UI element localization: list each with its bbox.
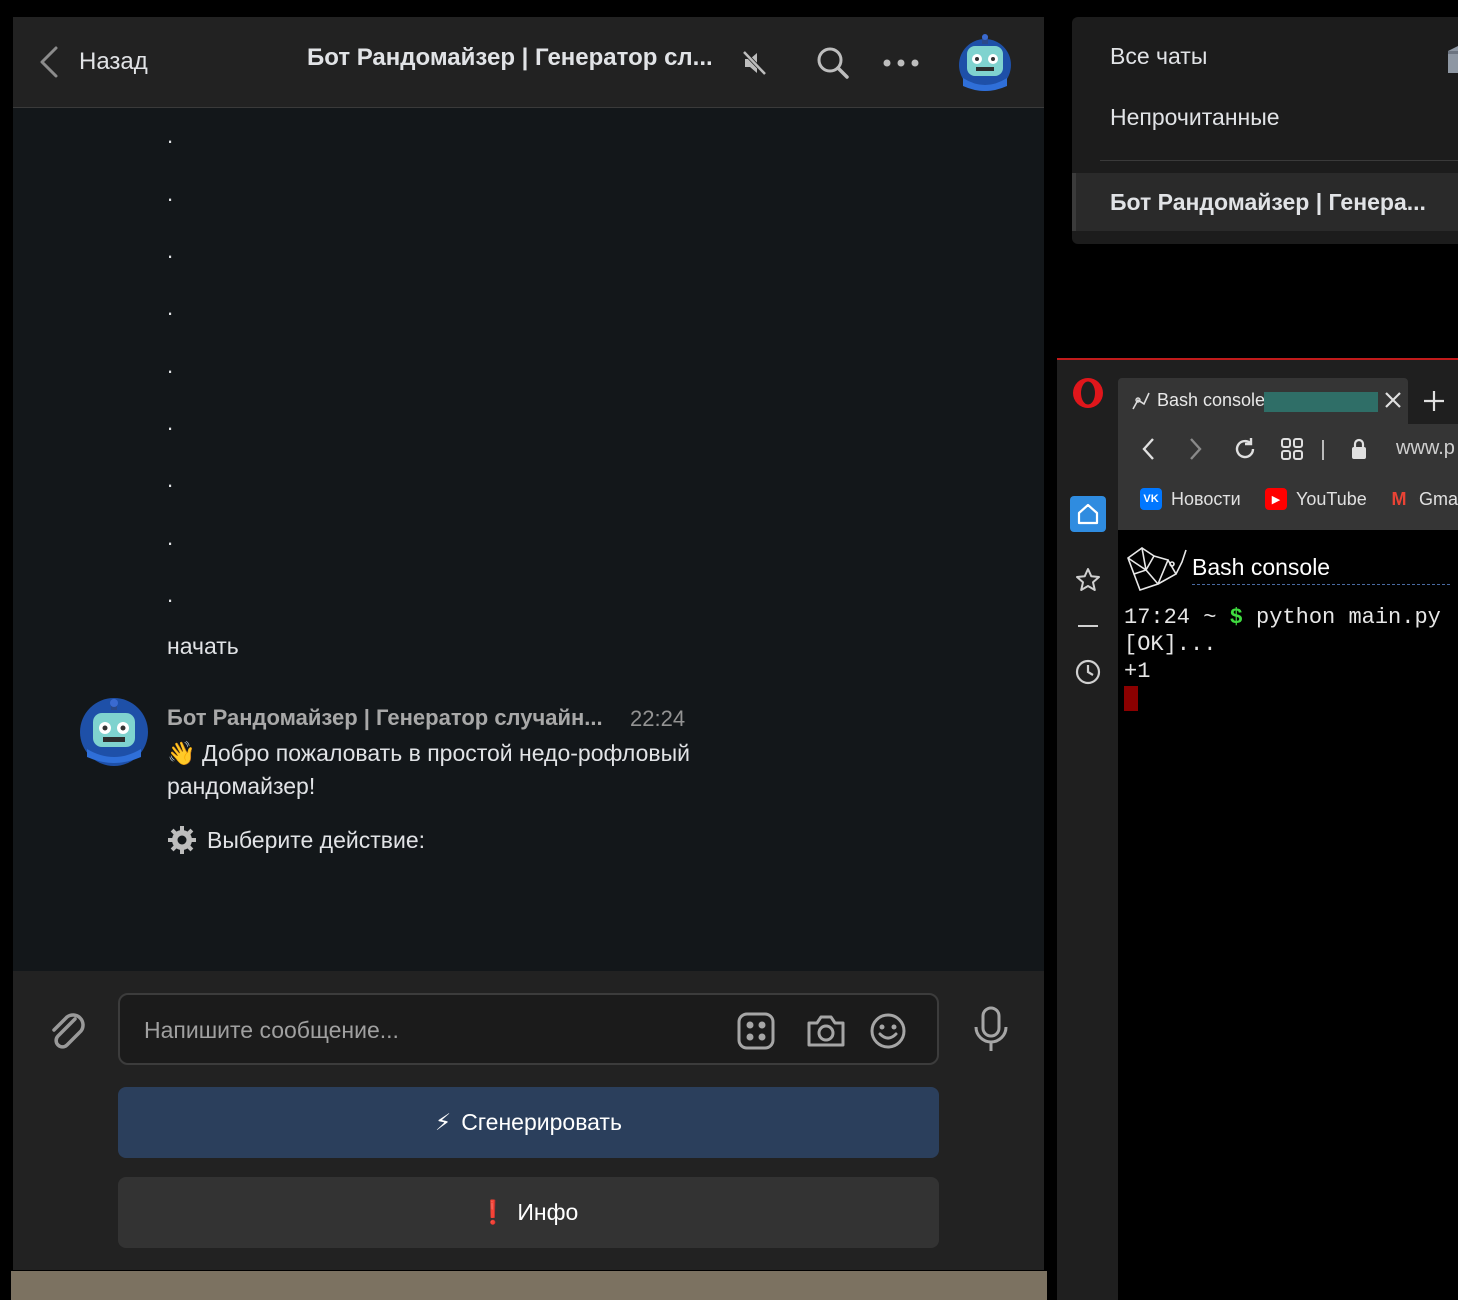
browser-toolbar: www.p VK Новости ▶ YouTube M Gma [1118,424,1458,530]
generate-button[interactable]: ⚡ Сгенерировать [118,1087,939,1158]
console-title-underline [1192,584,1450,585]
youtube-icon: ▶ [1265,488,1287,510]
search-icon[interactable] [813,43,853,83]
info-button-label: Инфо [517,1199,579,1225]
background-strip [11,1271,1047,1300]
folder-all-chats[interactable]: Все чаты [1110,43,1207,70]
bash-console-page[interactable]: Bash console 17:24 ~ $ python main.py [O… [1118,530,1458,1300]
message-dot: . [167,123,174,148]
speed-dial-icon[interactable] [1277,434,1307,464]
home-icon[interactable] [1070,496,1106,532]
pythonanywhere-logo-icon [1127,547,1187,592]
reload-icon[interactable] [1230,434,1260,464]
back-label: Назад [79,48,148,75]
info-button[interactable]: ❗ Инфо [118,1177,939,1248]
bookmark-label: Gma [1419,488,1458,509]
chat-list-panel: Все чаты Непрочитанные Бот Рандомайзер |… [1072,17,1458,244]
terminal-prompt-symbol: $ [1229,605,1243,630]
exclamation-icon: ❗ [478,1199,508,1225]
tab-title: Bash console [1157,390,1266,410]
message-list[interactable]: . . . . . . . . . начать Бот Рандомайзер… [13,109,1044,971]
generate-button-label: Сгенерировать [461,1109,622,1135]
bot-message-choose: Выберите действие: [167,825,425,855]
chat-title[interactable]: Бот Рандомайзер | Генератор сл... [307,44,713,72]
back-button[interactable]: Назад [37,41,148,83]
browser-window: Bash console www.p VK Новости ▶ YouTube … [1057,358,1458,1300]
composer: ⚡ Сгенерировать ❗ Инфо [13,971,1044,1270]
divider [1100,160,1458,161]
forward-arrow-icon[interactable] [1180,434,1210,464]
chat-list-item[interactable]: Бот Рандомайзер | Генера... [1072,173,1458,231]
gmail-icon: M [1391,488,1407,509]
message-dot: . [167,295,174,320]
paperclip-icon[interactable] [45,1007,89,1055]
terminal-line: [OK]... [1124,632,1217,657]
opera-logo-icon[interactable] [1071,376,1105,410]
bookmark-label: Новости [1171,488,1241,509]
python-tab-icon [1132,392,1150,410]
redacted-area [1264,392,1378,412]
chat-window: Назад Бот Рандомайзер | Генератор сл... … [13,17,1044,1270]
back-arrow-icon[interactable] [1134,434,1164,464]
bot-message-welcome: 👋 Добро пожаловать в простой недо-рофлов… [167,740,690,799]
bookmark-label: YouTube [1296,488,1367,509]
bot-avatar[interactable] [79,697,149,767]
message-start: начать [167,633,239,659]
message-dot: . [167,525,174,550]
star-icon[interactable] [1070,562,1106,598]
message-dot: . [167,467,174,492]
message-dot: . [167,353,174,378]
minus-icon[interactable] [1070,608,1106,644]
terminal-output[interactable]: 17:24 ~ $ python main.py [OK]... +1 [1124,604,1441,712]
lock-icon[interactable] [1344,434,1374,464]
chevron-left-icon [40,46,58,78]
bot-avatar-icon[interactable] [957,34,1013,92]
sticker-icon[interactable] [734,1009,778,1053]
message-dot: . [167,582,174,607]
plus-icon[interactable] [1417,384,1451,418]
mute-icon[interactable] [735,43,775,83]
terminal-command: python main.py [1242,605,1441,630]
address-bar[interactable]: www.p [1396,437,1455,460]
message-time: 22:24 [630,706,686,731]
chat-header: Назад Бот Рандомайзер | Генератор сл... [13,17,1044,108]
vk-icon: VK [1140,488,1162,510]
bot-message-choose-text: Выберите действие: [207,826,426,853]
archive-icon[interactable] [1444,41,1458,75]
bot-name[interactable]: Бот Рандомайзер | Генератор случайн... [167,705,603,731]
lightning-icon: ⚡ [435,1109,452,1135]
close-icon[interactable] [1382,389,1404,411]
history-icon[interactable] [1070,654,1106,690]
tab-bash-console[interactable]: Bash console [1118,378,1408,424]
microphone-icon[interactable] [971,1005,1011,1055]
bookmark-gmail[interactable]: M Gma [1388,484,1458,514]
camera-icon[interactable] [804,1009,848,1053]
console-title: Bash console [1192,554,1331,580]
message-input-box[interactable] [118,993,939,1065]
more-icon[interactable] [881,43,921,83]
message-dot: . [167,410,174,435]
chat-list-item-title: Бот Рандомайзер | Генера... [1110,189,1426,215]
terminal-cursor [1124,685,1138,711]
bookmark-youtube[interactable]: ▶ YouTube [1265,484,1367,514]
terminal-line: +1 [1124,659,1151,684]
message-dot: . [167,181,174,206]
message-input[interactable] [144,1013,684,1047]
gear-icon [168,826,196,854]
bookmark-vk-news[interactable]: VK Новости [1140,484,1241,514]
emoji-icon[interactable] [866,1009,910,1053]
message-dot: . [167,238,174,263]
terminal-prompt-time: 17:24 ~ [1124,605,1230,630]
toolbar-separator [1322,440,1324,460]
folder-unread[interactable]: Непрочитанные [1110,104,1280,131]
